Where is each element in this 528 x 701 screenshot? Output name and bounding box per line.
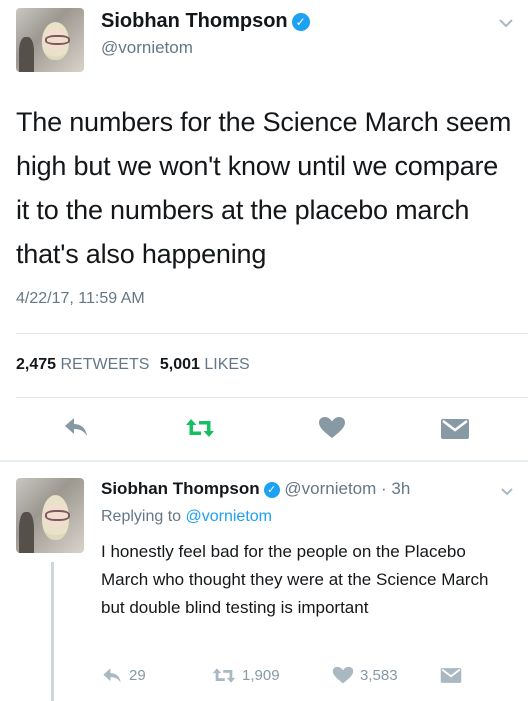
avatar-background-figure [18,511,34,553]
author-handle[interactable]: @vornietom [101,38,193,58]
reply-author-name[interactable]: Siobhan Thompson [101,479,260,498]
divider [16,397,528,398]
reply-avatar[interactable] [16,478,84,553]
reply-reply-button[interactable]: 29 [101,666,146,685]
reply-text: I honestly feel bad for the people on th… [101,542,489,617]
retweets-label: RETWEETS [60,356,150,373]
retweets-stat[interactable]: 2,475 RETWEETS [16,356,149,373]
retweet-button[interactable] [185,416,215,440]
reply-retweet-button[interactable]: 1,909 [212,666,280,685]
reply-count: 29 [129,667,146,684]
likes-stat[interactable]: 5,001 LIKES [160,356,250,373]
author-name[interactable]: Siobhan Thompson [101,10,288,32]
tweet-text: The numbers for the Science March seem h… [16,107,512,269]
avatar-background-figure [18,36,34,72]
avatar[interactable] [16,8,84,72]
retweet-icon [186,419,214,437]
dm-icon [441,419,469,439]
replying-to-label: Replying to [101,508,182,525]
reply-button[interactable] [62,415,90,439]
reply-header: Siobhan Thompson ✓ @vornietom · 3h [101,479,410,499]
author-name-row[interactable]: Siobhan Thompson ✓ [101,10,310,33]
tweet-separator [0,460,528,462]
thread-connector-line [51,562,54,701]
reply-dm-button[interactable] [440,667,462,684]
tweet-stats: 2,475 RETWEETS 5,001 LIKES [16,356,250,374]
replying-to: Replying to @vornietom [101,508,272,526]
dm-icon [440,668,462,683]
divider [16,333,528,334]
chevron-down-icon[interactable] [500,487,514,496]
reply-icon [65,418,87,436]
avatar-glasses [44,509,71,521]
reply-author-handle[interactable]: @vornietom [284,479,376,498]
dm-button[interactable] [440,418,470,440]
avatar-glasses [44,34,71,46]
reply-like-button[interactable]: 3,583 [332,666,398,685]
like-icon [332,666,354,684]
likes-count: 5,001 [159,356,200,373]
verified-icon: ✓ [291,13,310,31]
like-button[interactable] [318,416,346,440]
likes-label: LIKES [204,356,250,373]
chevron-down-icon[interactable] [498,18,514,28]
reply-time[interactable]: · 3h [381,479,410,498]
reply-retweet-count: 1,909 [242,667,280,684]
reply-icon [103,668,121,683]
like-icon [319,417,345,438]
tweet-timestamp[interactable]: 4/22/17, 11:59 AM [16,290,145,308]
reply-like-count: 3,583 [360,667,398,684]
replying-to-handle[interactable]: @vornietom [186,508,273,525]
verified-icon: ✓ [263,482,280,498]
retweet-icon [212,668,236,683]
retweets-count: 2,475 [16,356,57,373]
